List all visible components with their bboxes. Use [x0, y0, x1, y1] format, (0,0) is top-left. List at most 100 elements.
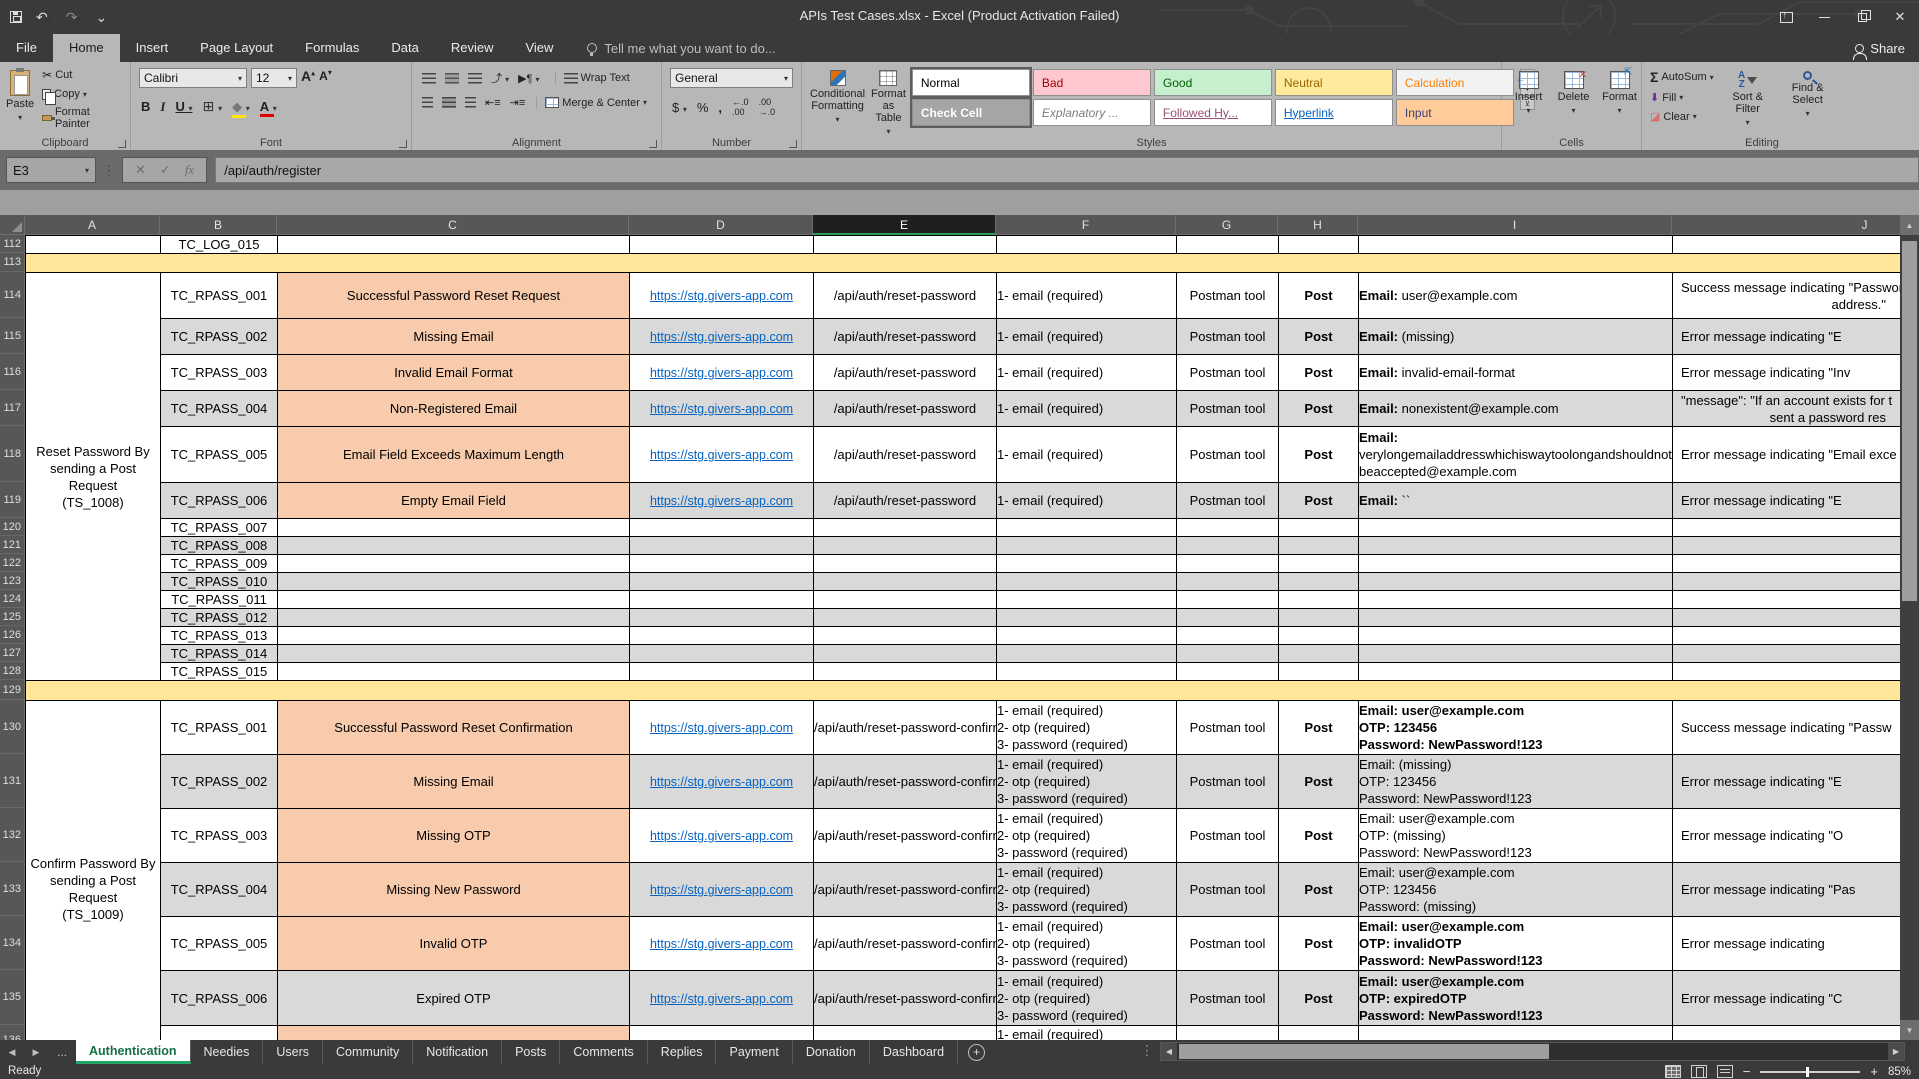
- params-cell[interactable]: 1- email (required)2- otp (required)3- p…: [996, 1025, 1177, 1040]
- sheet-tab-posts[interactable]: Posts: [502, 1040, 561, 1064]
- description-cell[interactable]: Non-Registered Email: [277, 390, 630, 427]
- testcase-id-cell[interactable]: TC_RPASS_002: [160, 754, 278, 809]
- tool-cell[interactable]: Postman tool: [1176, 808, 1279, 863]
- cut-button[interactable]: ✂ Cut: [42, 68, 126, 82]
- row-header-116[interactable]: 116: [0, 354, 25, 390]
- vertical-scroll-thumb[interactable]: [1902, 241, 1917, 601]
- align-left-icon[interactable]: [422, 97, 433, 108]
- font-size-select[interactable]: 12 ▾: [251, 68, 297, 88]
- testcase-id-cell[interactable]: TC_RPASS_012: [160, 608, 278, 627]
- expected-result-cell[interactable]: Error message indicating "Email exce: [1672, 426, 1900, 483]
- grid-cell[interactable]: [1176, 626, 1279, 645]
- align-right-icon[interactable]: [465, 97, 476, 108]
- enter-formula-button[interactable]: ✓: [160, 162, 171, 178]
- grid-cell[interactable]: [629, 644, 814, 663]
- autosum-button[interactable]: Σ AutoSum ▾: [1650, 69, 1714, 85]
- font-dialog-launcher[interactable]: [399, 140, 407, 148]
- column-header-A[interactable]: A: [25, 215, 160, 235]
- style-chip-calculation[interactable]: Calculation: [1395, 69, 1514, 96]
- row-header-136[interactable]: 136: [0, 1025, 25, 1040]
- row-header-115[interactable]: 115: [0, 318, 25, 354]
- font-name-select[interactable]: Calibri ▾: [139, 68, 247, 88]
- params-cell[interactable]: 1- email (required)2- otp (required)3- p…: [996, 970, 1177, 1026]
- grid-cell[interactable]: [1672, 662, 1900, 681]
- method-cell[interactable]: Post: [1278, 970, 1359, 1026]
- page-layout-view-button[interactable]: [1690, 1065, 1707, 1078]
- params-cell[interactable]: 1- email (required)2- otp (required)3- p…: [996, 808, 1177, 863]
- method-cell[interactable]: Post: [1278, 916, 1359, 971]
- copy-button[interactable]: Copy ▾: [42, 88, 126, 105]
- endpoint-cell[interactable]: /api/auth/reset-password-confirm: [813, 808, 997, 863]
- params-cell[interactable]: 1- email (required): [996, 318, 1177, 355]
- testcase-id-cell[interactable]: TC_RPASS_011: [160, 590, 278, 609]
- grid-cell[interactable]: [996, 608, 1177, 627]
- grid-cell[interactable]: [996, 590, 1177, 609]
- column-header-D[interactable]: D: [629, 215, 813, 235]
- grid-cell[interactable]: [1672, 536, 1900, 555]
- grid-cell[interactable]: https://stg.givers-app.com: [629, 1025, 814, 1040]
- grid-cell[interactable]: [813, 608, 997, 627]
- style-chip-check-cell[interactable]: Check Cell: [909, 97, 1032, 128]
- ribbon-tab-page-layout[interactable]: Page Layout: [184, 34, 289, 62]
- style-chip-good[interactable]: Good: [1153, 69, 1272, 96]
- row-header-134[interactable]: 134: [0, 916, 25, 970]
- paste-button[interactable]: Paste ▾: [6, 66, 34, 130]
- grid-cell[interactable]: [629, 626, 814, 645]
- expected-result-cell[interactable]: Error message indicating "Inv: [1672, 354, 1900, 391]
- grid-cell[interactable]: [1176, 608, 1279, 627]
- grid-cell[interactable]: [1358, 608, 1673, 627]
- underline-button[interactable]: U ▾: [175, 99, 192, 114]
- testcase-id-cell[interactable]: TC_LOG_015: [160, 235, 278, 254]
- url-link[interactable]: https://stg.givers-app.com: [650, 402, 793, 416]
- grid-cell[interactable]: [996, 644, 1177, 663]
- expected-result-cell[interactable]: Error message indicating: [1672, 916, 1900, 971]
- name-box[interactable]: E3 ▾: [6, 157, 96, 183]
- grid-cell[interactable]: [1358, 572, 1673, 591]
- text-direction-button[interactable]: ▶¶ ▾: [518, 72, 539, 85]
- column-header-F[interactable]: F: [996, 215, 1176, 235]
- restore-button[interactable]: [1843, 0, 1881, 34]
- params-cell[interactable]: 1- email (required): [996, 390, 1177, 427]
- testdata-cell[interactable]: Email: verylongemailaddresswhichiswaytool…: [1358, 426, 1673, 483]
- row-header-135[interactable]: 135: [0, 970, 25, 1025]
- row-header-113[interactable]: 113: [0, 253, 25, 272]
- testcase-id-cell[interactable]: TC_RPASS_003: [160, 808, 278, 863]
- grid-cell[interactable]: [813, 590, 997, 609]
- grid-cell[interactable]: [629, 572, 814, 591]
- align-bottom-icon[interactable]: [468, 72, 482, 84]
- grid-cell[interactable]: https://stg.givers-app.com: [629, 916, 814, 971]
- testcase-id-cell[interactable]: TC_RPASS_008: [160, 536, 278, 555]
- grid-cell[interactable]: [996, 626, 1177, 645]
- grid-cell[interactable]: [277, 662, 630, 681]
- fill-color-button[interactable]: ◆ ▾: [232, 99, 250, 118]
- grid-cell[interactable]: [1672, 608, 1900, 627]
- zoom-slider-thumb[interactable]: [1806, 1066, 1810, 1077]
- params-cell[interactable]: 1- email (required)2- otp (required)3- p…: [996, 700, 1177, 755]
- format-painter-button[interactable]: Format Painter: [42, 106, 126, 130]
- tool-cell[interactable]: Postman tool: [1176, 700, 1279, 755]
- description-cell[interactable]: Successful Password Reset Confirmation: [277, 700, 630, 755]
- testdata-cell[interactable]: Email: user@example.com OTP: invalidOTP Pa…: [1358, 916, 1673, 971]
- testcase-id-cell[interactable]: TC_RPASS_007: [160, 518, 278, 537]
- scroll-right-arrow[interactable]: ▶: [1888, 1043, 1904, 1060]
- testcase-id-cell[interactable]: [160, 1025, 278, 1040]
- endpoint-cell[interactable]: /api/auth/reset-password: [813, 390, 997, 427]
- alignment-dialog-launcher[interactable]: [649, 140, 657, 148]
- description-cell[interactable]: Invalid OTP: [277, 916, 630, 971]
- grid-cell[interactable]: [1358, 518, 1673, 537]
- grid-cell[interactable]: [996, 662, 1177, 681]
- style-chip-followed-hy-[interactable]: Followed Hy...: [1153, 99, 1272, 126]
- grid-cell[interactable]: [277, 235, 630, 254]
- normal-view-button[interactable]: [1664, 1065, 1681, 1078]
- endpoint-cell[interactable]: /api/auth/reset-password-confirm: [813, 970, 997, 1026]
- description-cell[interactable]: Missing Email: [277, 318, 630, 355]
- grid-cell[interactable]: https://stg.givers-app.com: [629, 754, 814, 809]
- description-cell[interactable]: Missing Email: [277, 754, 630, 809]
- tell-me-box[interactable]: Tell me what you want to do...: [587, 34, 776, 62]
- tool-cell[interactable]: Postman tool: [1176, 862, 1279, 917]
- method-cell[interactable]: Post: [1278, 426, 1359, 483]
- url-link[interactable]: https://stg.givers-app.com: [650, 829, 793, 843]
- insert-cells-button[interactable]: Insert▾: [1508, 67, 1549, 117]
- grid-cell[interactable]: [629, 235, 814, 254]
- grid-cell[interactable]: [1358, 590, 1673, 609]
